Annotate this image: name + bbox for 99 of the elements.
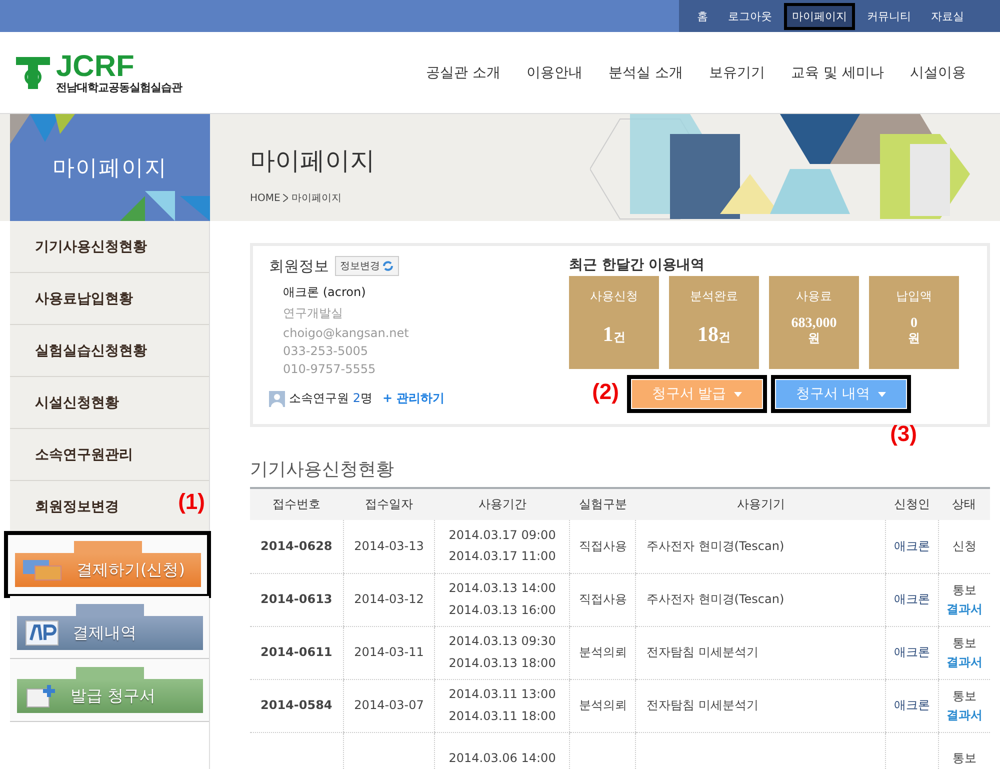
table-cell-text: 분석의뢰 xyxy=(578,644,628,661)
table-cell-text: 2014-03-12 xyxy=(353,590,425,608)
table-cell-text: 2014.03.11 18:00 xyxy=(448,708,557,724)
sidebar-link[interactable]: 기기사용신청현황 xyxy=(10,221,209,273)
table-cell-text: 직접사용 xyxy=(578,590,628,608)
table-cell-text: 애크론 xyxy=(893,696,932,714)
status-text: 통보 xyxy=(951,582,978,600)
top-link[interactable]: 홈 xyxy=(689,2,716,30)
table-cell-text: 2014-0611 xyxy=(260,644,334,661)
table-cell-text: 주사전자 현미경(Tescan) xyxy=(646,590,786,608)
sidebar-link[interactable]: 사용료납입현황 xyxy=(10,273,209,325)
table-cell-text: 직접사용 xyxy=(578,538,628,555)
tab-strip xyxy=(74,541,142,553)
caret-icon xyxy=(734,392,742,396)
sidebar-link[interactable]: 실험실습신청현황 xyxy=(10,325,209,377)
table-cell-text: 애크론 xyxy=(893,538,932,555)
nav-link[interactable]: 교육 및 세미나 xyxy=(791,64,884,82)
top-link[interactable]: 마이페이지 xyxy=(784,2,855,30)
table-cell-text: 2014.03.13 09:30 xyxy=(448,632,557,650)
table-cell-text: 2014.03.17 09:00 xyxy=(448,526,557,544)
nav-link[interactable]: 공실관 소개 xyxy=(426,64,501,82)
table-cell-text: 2014.03.13 18:00 xyxy=(448,654,557,672)
table-cell-text: 2014.03.11 13:00 xyxy=(448,686,557,703)
member-department: 연구개발실 xyxy=(282,305,344,322)
section-title: 마이페이지 xyxy=(52,154,168,182)
researcher-count: 소속연구원 2명 xyxy=(289,390,372,407)
stat-label: 분석완료 xyxy=(690,288,738,305)
table-cell-text: 2014-0628 xyxy=(260,538,334,555)
status-text: 통보 xyxy=(951,635,978,652)
nav-link[interactable]: 시설이용 xyxy=(910,64,966,82)
table-cell-text: 2014-03-07 xyxy=(353,696,425,714)
stat-value: 18건 xyxy=(698,323,730,346)
table-cell-text: 분석의뢰 xyxy=(578,696,628,714)
result-link[interactable]: 결과서 xyxy=(942,654,986,671)
stat-value: 683,000 원 xyxy=(791,317,837,344)
table-cell-text: 애크론 xyxy=(893,590,932,608)
table-cell-text: 2014.03.13 14:00 xyxy=(448,580,557,597)
table-cell-text: 전자탐침 미세분석기 xyxy=(646,696,760,714)
table-title: 기기사용신청현황 xyxy=(250,458,395,481)
column-header: 실험구분 xyxy=(570,488,636,520)
table-cell-text: 2014.03.06 14:00 xyxy=(448,750,557,767)
usage-title: 최근 한달간 이용내역 xyxy=(569,256,706,274)
stat-label: 납입액 xyxy=(896,288,932,305)
document-icon xyxy=(24,683,56,709)
edit-info-button[interactable]: 정보변경 xyxy=(335,256,399,276)
breadcrumb-link[interactable]: HOME xyxy=(250,192,280,204)
breadcrumb-link[interactable]: 마이페이지 xyxy=(291,191,342,205)
top-link[interactable]: 로그아웃 xyxy=(720,2,780,30)
member-name: 애크론 (acron) xyxy=(282,284,367,301)
stat-value: 1건 xyxy=(602,323,626,346)
section-heading: 회원정보 xyxy=(269,256,329,276)
annotation-label: (2) xyxy=(592,379,619,405)
card-icon xyxy=(22,558,62,582)
person-icon xyxy=(269,390,285,406)
table-cell-text: 2014.03.13 16:00 xyxy=(448,602,557,618)
column-header: 접수번호 xyxy=(250,488,344,520)
sidebar-link[interactable]: 소속연구원관리 xyxy=(10,429,209,481)
column-header: 사용기간 xyxy=(434,488,570,520)
nav-link[interactable]: 분석실 소개 xyxy=(608,64,684,82)
status-text: 통보 xyxy=(951,688,978,706)
logo-name: 전남대학교공동실험실습관 xyxy=(56,82,182,93)
annotation-label: (3) xyxy=(890,421,917,447)
top-link[interactable]: 커뮤니티 xyxy=(859,2,919,30)
refresh-icon xyxy=(382,260,394,272)
member-email: choigo@kangsan.net xyxy=(282,326,410,340)
stat-label: 사용신청 xyxy=(590,288,638,305)
annotation-label: (1) xyxy=(178,489,205,515)
table-cell-text: 전자탐침 미세분석기 xyxy=(646,644,760,661)
nav-link[interactable]: 이용안내 xyxy=(526,64,583,82)
member-mobile: 010-9757-5555 xyxy=(282,362,377,376)
table-cell-text: 2014-0613 xyxy=(260,590,334,608)
table-cell-text: 2014-03-11 xyxy=(353,644,425,661)
manage-link[interactable]: + 관리하기 xyxy=(382,390,445,407)
tab-strip xyxy=(76,604,144,616)
page-title: 마이페이지 xyxy=(250,145,376,177)
nav-link[interactable]: 보유기기 xyxy=(709,64,766,82)
caret-icon xyxy=(878,392,886,396)
chevron-right-icon xyxy=(283,194,288,202)
top-link[interactable]: 자료실 xyxy=(923,2,972,30)
result-link[interactable]: 결과서 xyxy=(942,706,986,724)
logo-mark: JCRF xyxy=(56,52,134,82)
column-header: 상태 xyxy=(938,488,990,520)
table-cell-text: 애크론 xyxy=(893,644,932,661)
status-text: 통보 xyxy=(951,750,978,767)
document-icon xyxy=(24,620,58,646)
table-cell-text: 2014-03-13 xyxy=(353,538,425,555)
member-phone: 033-253-5005 xyxy=(282,344,370,358)
tab-strip xyxy=(76,667,144,679)
sidebar-link[interactable]: 시설신청현황 xyxy=(10,377,209,429)
table-cell-text: 주사전자 현미경(Tescan) xyxy=(646,538,786,555)
stat-value: 0 원 xyxy=(908,317,920,344)
status-text: 신청 xyxy=(951,538,978,555)
stat-label: 사용료 xyxy=(796,288,832,305)
result-link[interactable]: 결과서 xyxy=(942,600,986,618)
column-header: 신청인 xyxy=(886,488,938,520)
table-cell-text: 2014-0584 xyxy=(260,696,334,714)
column-header: 접수일자 xyxy=(343,488,435,520)
column-header: 사용기기 xyxy=(636,488,886,520)
table-cell-text: 2014.03.17 11:00 xyxy=(448,548,557,566)
